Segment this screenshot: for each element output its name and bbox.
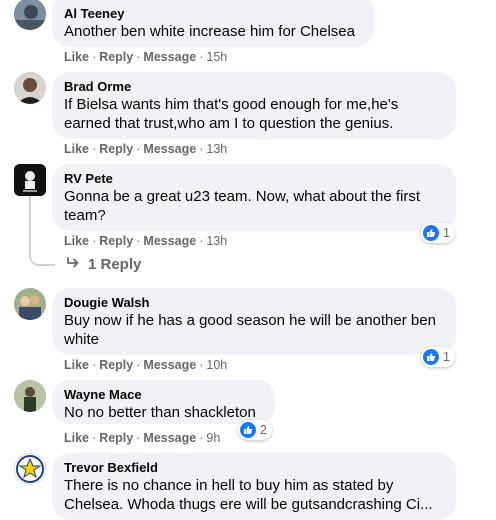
avatar[interactable] (14, 453, 46, 485)
view-replies-link[interactable]: 1 Reply (66, 256, 141, 273)
comment-author[interactable]: RV Pete (64, 170, 444, 187)
comment-author[interactable]: Wayne Mace (64, 386, 263, 403)
thumbs-up-icon (423, 225, 439, 241)
message-button[interactable]: Message (143, 431, 196, 445)
comment-text: If Bielsa wants him that's good enough f… (64, 96, 399, 132)
comment-text: No no better than shackleton (64, 404, 256, 421)
comment-time[interactable]: 10h (206, 358, 227, 372)
comment-author[interactable]: Al Teeney (64, 5, 362, 22)
comment-time[interactable]: 9h (206, 431, 220, 445)
comment-author[interactable]: Dougie Walsh (64, 294, 444, 311)
comment-author[interactable]: Brad Orme (64, 78, 444, 95)
comment-author[interactable]: Trevor Bexfield (64, 459, 444, 476)
avatar[interactable] (14, 288, 46, 320)
like-button[interactable]: Like (64, 142, 89, 156)
replies-label: 1 Reply (88, 256, 142, 273)
message-button[interactable]: Message (143, 234, 196, 248)
comment-bubble: Trevor Bexfield There is no chance in he… (52, 453, 456, 520)
reaction-number: 2 (260, 423, 267, 437)
reply-button[interactable]: Reply (99, 358, 133, 372)
avatar[interactable] (14, 380, 46, 412)
thumbs-up-icon (240, 422, 256, 438)
like-button[interactable]: Like (64, 358, 89, 372)
like-button[interactable]: Like (64, 431, 89, 445)
reply-button[interactable]: Reply (99, 50, 133, 64)
comment-time[interactable]: 13h (206, 234, 227, 248)
comment-text: Gonna be a great u23 team. Now, what abo… (64, 188, 421, 224)
comment-actions: Like · Reply · Message · 13h (64, 142, 228, 156)
thumbs-up-icon (423, 349, 439, 365)
comment-bubble: Dougie Walsh Buy now if he has a good se… (52, 288, 456, 355)
comment-time[interactable]: 13h (206, 142, 227, 156)
reaction-count[interactable]: 1 (421, 223, 455, 243)
message-button[interactable]: Message (143, 50, 196, 64)
like-button[interactable]: Like (64, 234, 89, 248)
comment-text: There is no chance in hell to buy him as… (64, 477, 433, 513)
avatar[interactable] (14, 164, 46, 196)
reply-button[interactable]: Reply (99, 142, 133, 156)
comment-bubble: Brad Orme If Bielsa wants him that's goo… (52, 72, 456, 139)
reaction-number: 1 (443, 350, 450, 364)
comment-time[interactable]: 15h (206, 50, 227, 64)
reaction-number: 1 (443, 226, 450, 240)
comment-actions: Like · Reply · Message · 13h (64, 234, 228, 248)
reply-button[interactable]: Reply (99, 431, 133, 445)
reply-arrow-icon (66, 256, 80, 273)
comment-text: Buy now if he has a good season he will … (64, 312, 436, 348)
avatar[interactable] (14, 72, 46, 104)
message-button[interactable]: Message (143, 358, 196, 372)
reply-button[interactable]: Reply (99, 234, 133, 248)
comment-actions: Like · Reply · Message · 15h (64, 50, 228, 64)
comment-bubble: Wayne Mace No no better than shackleton (52, 380, 275, 424)
reaction-count[interactable]: 1 (421, 347, 455, 367)
comment-actions: Like · Reply · Message · 10h (64, 358, 228, 372)
comment-text: Another ben white increase him for Chels… (64, 23, 355, 40)
like-button[interactable]: Like (64, 50, 89, 64)
message-button[interactable]: Message (143, 142, 196, 156)
reaction-count[interactable]: 2 (238, 420, 272, 440)
comment-actions: Like · Reply · Message · 9h (64, 431, 221, 445)
comment-bubble: RV Pete Gonna be a great u23 team. Now, … (52, 164, 456, 231)
avatar[interactable] (14, 0, 46, 30)
comment-bubble: Al Teeney Another ben white increase him… (52, 0, 374, 47)
